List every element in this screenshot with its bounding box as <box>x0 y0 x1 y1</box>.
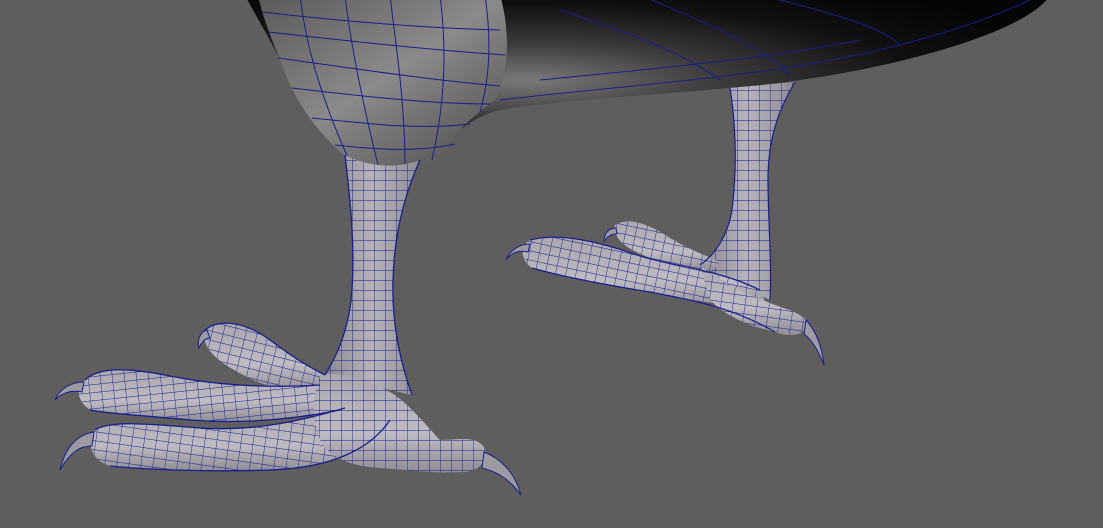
front-leg-toe-back-wireframe <box>204 323 325 392</box>
front-leg[interactable] <box>54 154 522 496</box>
back-leg[interactable] <box>505 81 825 366</box>
back-leg-claw-2 <box>603 227 618 243</box>
bird-body[interactable] <box>245 0 1050 166</box>
front-leg-claw-front <box>481 451 522 496</box>
3d-viewport[interactable] <box>0 0 1103 528</box>
back-leg-claw-3 <box>803 318 825 366</box>
front-leg-claw-lower <box>59 431 95 471</box>
front-leg-shin-wireframe <box>325 155 420 395</box>
viewport-scene[interactable] <box>0 0 1103 528</box>
